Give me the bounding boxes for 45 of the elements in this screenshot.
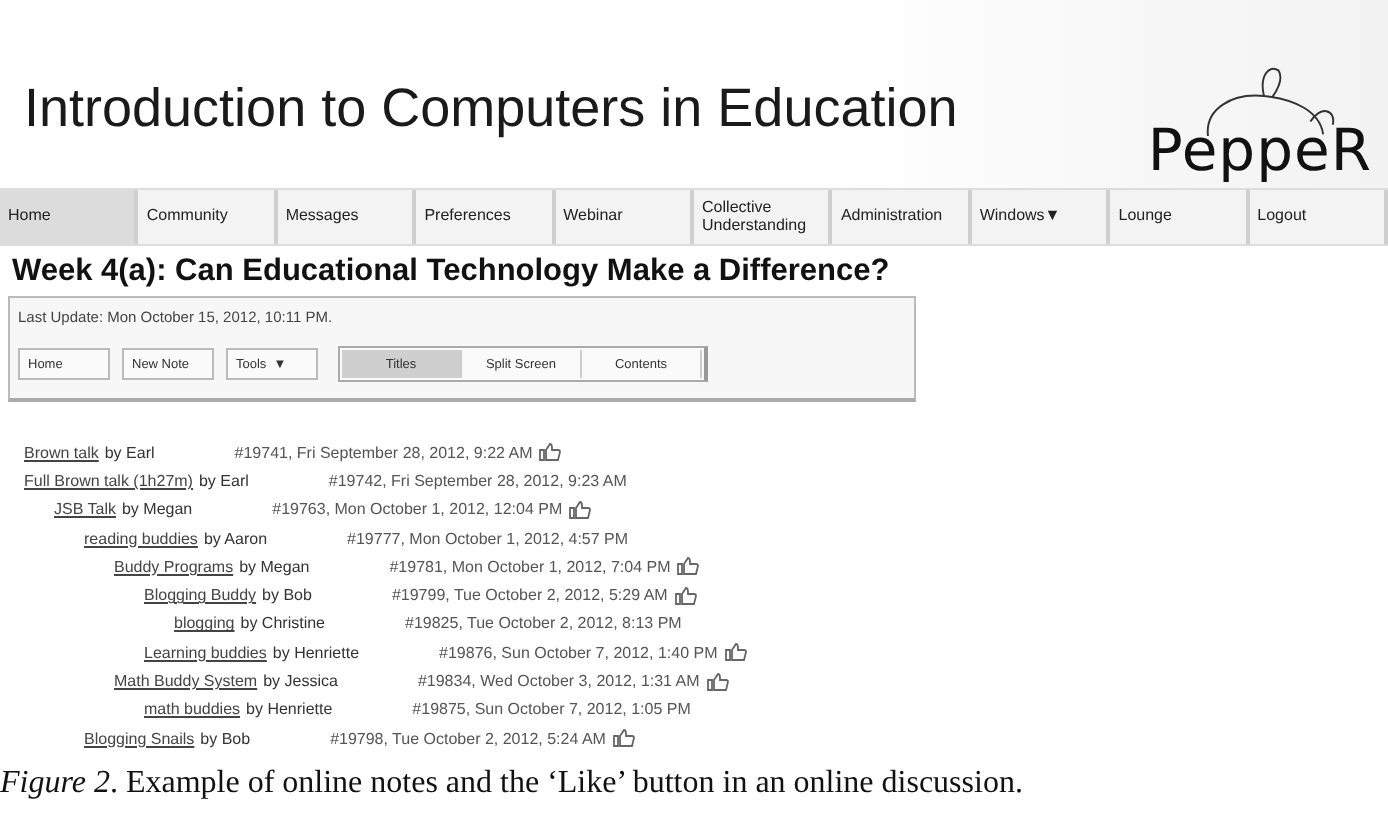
note-meta: #19777, Mon October 1, 2012, 4:57 PM	[347, 529, 629, 548]
note-author: by Megan	[239, 557, 310, 576]
note-title-link[interactable]: Learning buddies	[144, 643, 267, 662]
logo-text: PeppeR	[1147, 116, 1372, 184]
note-author: by Bob	[200, 729, 251, 748]
note-meta: #19742, Fri September 28, 2012, 9:23 AM	[328, 471, 627, 490]
thumbs-up-icon[interactable]	[673, 585, 698, 606]
note-title-link[interactable]: Full Brown talk (1h27m)	[24, 471, 193, 490]
note-author: by Christine	[240, 614, 325, 633]
nav-tab[interactable]: Home	[0, 190, 139, 244]
note-meta: #19876, Sun October 7, 2012, 1:40 PM	[439, 643, 718, 662]
note-meta: #19798, Tue October 2, 2012, 5:24 AM	[330, 729, 606, 748]
note-meta: #19875, Sun October 7, 2012, 1:05 PM	[412, 700, 691, 719]
thumbs-up-icon[interactable]	[705, 671, 730, 692]
note-title-link[interactable]: Blogging Snails	[84, 729, 195, 748]
figure-caption: Figure 2. Example of online notes and the ‘Like’ button in an online discussion.	[0, 766, 1025, 803]
note-meta: #19763, Mon October 1, 2012, 12:04 PM	[272, 500, 563, 519]
note-meta: #19834, Wed October 3, 2012, 1:31 AM	[417, 672, 700, 691]
note-title-link[interactable]: reading buddies	[84, 529, 198, 548]
thumbs-up-icon[interactable]	[676, 556, 701, 577]
note-title-link[interactable]: blogging	[174, 614, 235, 633]
thumbs-up-icon[interactable]	[568, 499, 593, 520]
note-meta: #19781, Mon October 1, 2012, 7:04 PM	[389, 557, 671, 576]
note-title-link[interactable]: JSB Talk	[54, 500, 116, 519]
note-author: by Megan	[121, 500, 193, 519]
course-title: Introduction to Computers in Education	[24, 78, 958, 140]
note-author: by Aaron	[203, 529, 268, 548]
note-meta: #19741, Fri September 28, 2012, 9:22 AM	[234, 443, 533, 462]
note-meta: #19799, Tue October 2, 2012, 5:29 AM	[391, 586, 668, 605]
note-author: by Bob	[262, 586, 312, 605]
note-meta: #19825, Tue October 2, 2012, 8:13 PM	[405, 614, 682, 633]
note-title-link[interactable]: math buddies	[144, 700, 241, 719]
note-author: by Jessica	[263, 672, 338, 691]
note-title-link[interactable]: Blogging Buddy	[144, 586, 257, 605]
note-author: by Henriette	[246, 700, 333, 719]
view-title: Week 4(a): Can Educational Technology Make a Difference?	[10, 252, 892, 290]
note-title-link[interactable]: Buddy Programs	[114, 557, 234, 576]
thumbs-up-icon[interactable]	[611, 728, 636, 749]
note-author: by Earl	[104, 443, 155, 462]
thumbs-up-icon[interactable]	[538, 442, 563, 463]
thumbs-up-icon[interactable]	[723, 642, 748, 663]
note-author: by Earl	[198, 471, 249, 490]
note-title-link[interactable]: Math Buddy System	[114, 672, 258, 691]
note-author: by Henriette	[272, 643, 360, 662]
note-title-link[interactable]: Brown talk	[24, 443, 99, 462]
